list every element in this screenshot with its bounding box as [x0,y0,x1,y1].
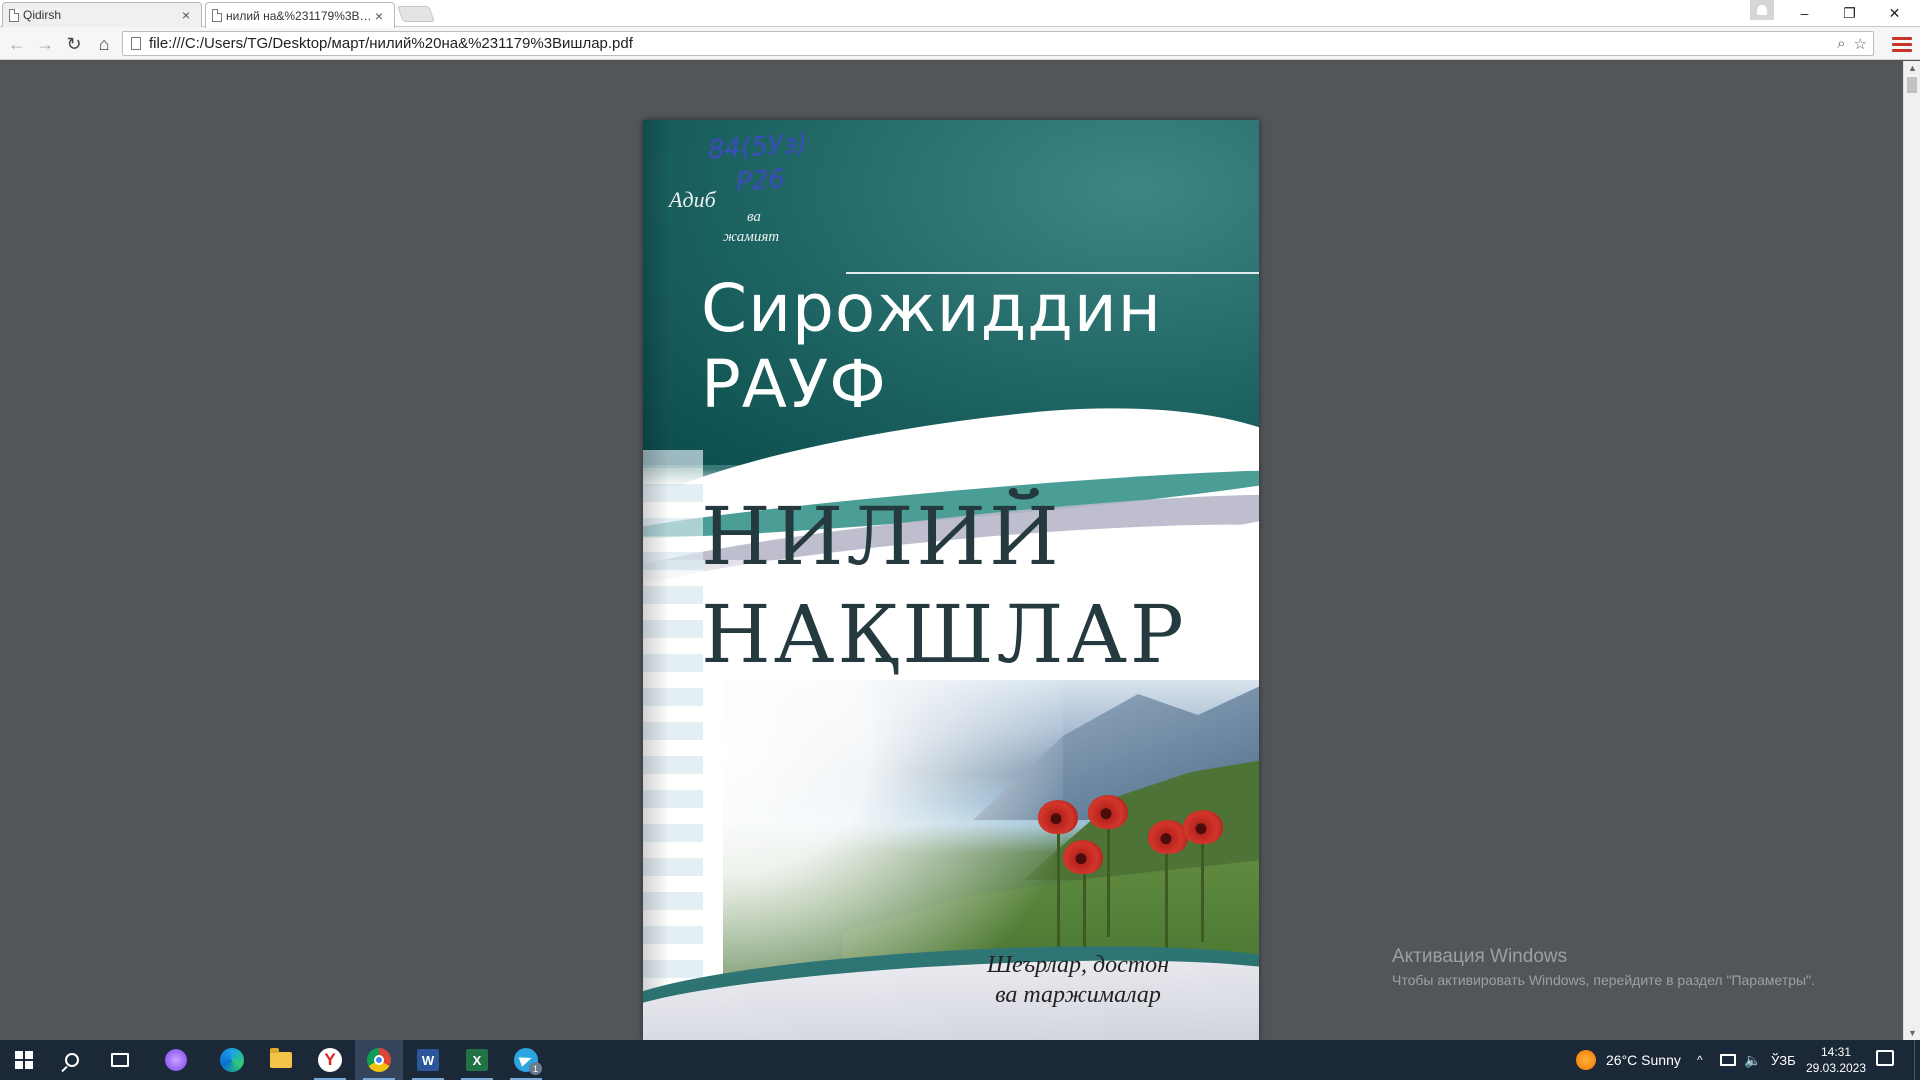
tab-close-icon[interactable]: × [179,7,193,23]
tab-qidirsh[interactable]: Qidirsh × [2,2,202,27]
yandex-icon: Y [318,1048,342,1072]
page-icon [212,9,222,22]
taskbar: Y W X 1 26°C Sunny ^ 🔈 ЎЗБ 14:31 29.03.2… [0,1040,1920,1080]
folder-icon [270,1048,292,1068]
flower-stem [1057,832,1060,954]
pdf-page-cover: 84(5Уз) Р26 Адиб ва жамият Сирожиддин РА… [643,120,1259,1040]
start-button[interactable] [0,1040,48,1080]
poppy-flower [1088,795,1128,829]
book-title-line1: НИЛИЙ [701,490,1062,583]
series-logo: Адиб ва жамият [669,187,780,246]
cover-spine [643,120,669,1040]
telegram-badge: 1 [529,1062,542,1075]
file-explorer-button[interactable] [257,1040,305,1080]
edge-icon [220,1048,244,1072]
task-view-button[interactable] [96,1040,144,1080]
edge-button[interactable] [208,1040,256,1080]
word-icon: W [417,1049,439,1071]
page-icon [9,9,19,22]
volume-icon[interactable]: 🔈 [1744,1040,1761,1080]
scroll-down-icon[interactable]: ▼ [1908,1028,1917,1038]
flower-stem [1107,827,1110,937]
flower-stem [1165,852,1168,952]
poppy-flower [1038,800,1078,834]
page-icon [131,37,141,50]
poppy-flower [1148,820,1188,854]
search-button[interactable] [48,1040,96,1080]
yandex-browser-button[interactable]: Y [306,1040,354,1080]
new-tab-button[interactable] [397,6,435,22]
reload-button[interactable]: ↻ [61,31,87,57]
sun-icon[interactable] [1576,1050,1596,1070]
windows-logo-icon [15,1051,33,1069]
notifications-icon[interactable] [1876,1050,1894,1066]
profile-button[interactable] [1750,0,1774,20]
word-button[interactable]: W [404,1040,452,1080]
tab-strip: Qidirsh × нилий на&%231179%3Вишлар.pdf ×… [0,0,1920,28]
minimize-button[interactable]: – [1782,0,1827,26]
vertical-scrollbar[interactable]: ▲ ▼ [1903,61,1920,1040]
forward-button[interactable]: → [32,31,58,57]
book-subtitle: Шеърлар, достон ва таржималар [986,952,1169,1008]
system-clock[interactable]: 14:31 29.03.2023 [1800,1044,1872,1076]
search-icon [65,1053,79,1067]
clock-time: 14:31 [1820,1045,1852,1059]
task-view-icon [111,1053,129,1067]
tab-title: нилий на&%231179%3Вишлар.pdf [226,8,372,23]
alice-icon [165,1049,187,1071]
clock-date: 29.03.2023 [1805,1061,1867,1075]
zoom-icon[interactable]: ⌕ [1837,35,1845,53]
tab-title: Qidirsh [23,8,62,22]
chevron-up-icon[interactable]: ^ [1697,1040,1703,1080]
address-bar[interactable]: file:///C:/Users/TG/Desktop/март/нилий%2… [122,31,1874,56]
author-first-name: Сирожиддин [701,270,1162,347]
show-desktop-button[interactable] [1914,1040,1920,1080]
tab-close-icon[interactable]: × [372,8,386,24]
excel-icon: X [466,1049,488,1071]
tab-pdf[interactable]: нилий на&%231179%3Вишлар.pdf × [205,2,395,28]
excel-button[interactable]: X [453,1040,501,1080]
home-button[interactable]: ⌂ [91,31,117,57]
chrome-button[interactable] [355,1040,403,1080]
maximize-button[interactable]: ❐ [1827,0,1872,26]
poppy-flower [1183,810,1223,844]
scroll-thumb[interactable] [1907,77,1917,93]
activation-title: Активация Windows [1392,946,1568,967]
scroll-up-icon[interactable]: ▲ [1908,63,1917,73]
network-icon[interactable] [1720,1054,1736,1066]
author-last-name: РАУФ [701,346,887,423]
bookmark-star-icon[interactable]: ☆ [1854,35,1867,53]
browser-menu-button[interactable] [1892,33,1912,55]
windows-activation-watermark: Активация Windows Чтобы активировать Win… [1392,946,1815,988]
activation-text: Чтобы активировать Windows, перейдите в … [1392,972,1815,988]
chrome-icon [367,1048,391,1072]
alice-assistant-button[interactable] [152,1040,200,1080]
book-title-line2: НАҚШЛАР [701,588,1187,681]
weather-widget[interactable]: 26°C Sunny [1606,1040,1681,1080]
flower-stem [1201,842,1204,942]
browser-toolbar: ← → ↻ ⌂ file:///C:/Users/TG/Desktop/март… [0,27,1920,60]
url-text[interactable]: file:///C:/Users/TG/Desktop/март/нилий%2… [149,35,1837,52]
user-icon [1757,5,1767,15]
poppy-flower [1063,840,1103,874]
telegram-button[interactable]: 1 [502,1040,550,1080]
language-indicator[interactable]: ЎЗБ [1771,1040,1796,1080]
close-window-button[interactable]: ✕ [1872,0,1917,26]
back-button[interactable]: ← [4,31,30,57]
